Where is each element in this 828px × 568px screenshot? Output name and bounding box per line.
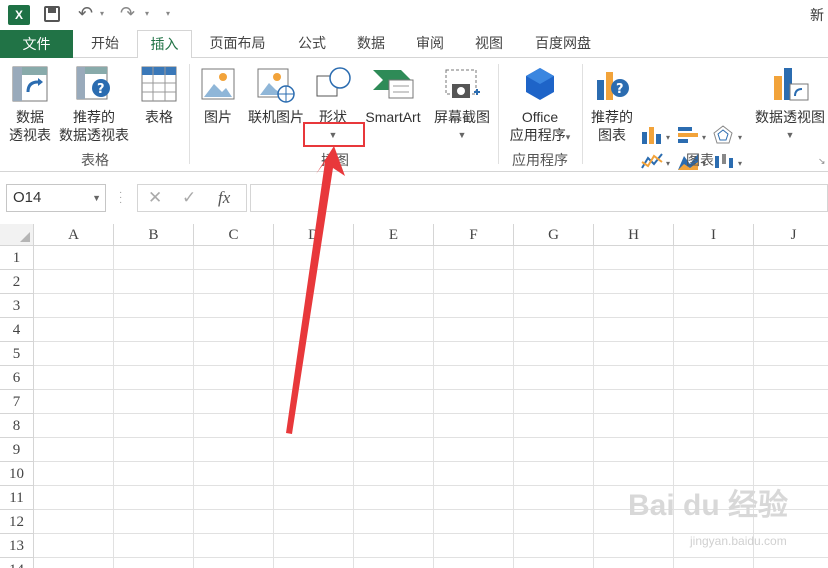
annotation-arrow-shape — [286, 146, 345, 434]
watermark-logo: Bai du 经验 — [628, 489, 789, 522]
watermark-url: jingyan.baidu.com — [690, 534, 787, 548]
